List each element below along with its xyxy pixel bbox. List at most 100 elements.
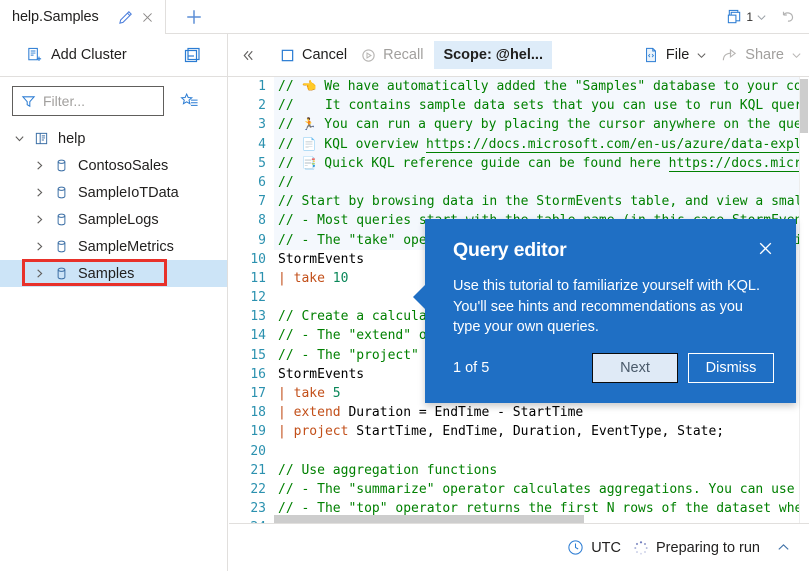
share-menu-button[interactable]: Share bbox=[714, 40, 809, 70]
recall-button[interactable]: Recall bbox=[354, 40, 430, 70]
timezone-status[interactable]: UTC bbox=[567, 539, 621, 556]
code-token: KQL overview bbox=[316, 136, 427, 152]
line-number: 8 bbox=[258, 213, 266, 229]
chevron-up-icon bbox=[778, 544, 789, 550]
favorites-button[interactable] bbox=[173, 85, 205, 117]
tab-bar-right-actions: 1 bbox=[722, 0, 803, 34]
tree-node-samplelogs[interactable]: SampleLogs bbox=[0, 206, 227, 233]
code-line[interactable] bbox=[274, 442, 799, 461]
line-number: 13 bbox=[250, 309, 266, 325]
database-icon bbox=[50, 185, 72, 200]
close-icon[interactable] bbox=[137, 6, 159, 28]
collapse-sidebar-button[interactable] bbox=[235, 42, 261, 68]
pencil-icon[interactable] bbox=[115, 6, 137, 28]
cluster-tree: help ContosoSales SampleIoTData SampleLo… bbox=[0, 125, 227, 287]
code-token: // bbox=[278, 136, 302, 152]
teaching-bubble-actions: Next Dismiss bbox=[592, 353, 774, 383]
file-menu-button[interactable]: File bbox=[636, 40, 714, 70]
code-token: StormEvents bbox=[278, 251, 365, 267]
tree-node-contososales[interactable]: ContosoSales bbox=[0, 152, 227, 179]
line-number: 12 bbox=[250, 290, 266, 306]
code-token: // bbox=[278, 155, 302, 171]
recall-icon bbox=[362, 48, 375, 62]
teaching-bubble-body: Use this tutorial to familiarize yoursel… bbox=[453, 278, 761, 335]
code-token: 📄 bbox=[301, 136, 317, 151]
code-line[interactable]: | project StartTime, EndTime, Duration, … bbox=[274, 422, 799, 441]
code-token: | bbox=[278, 270, 286, 286]
tree-node-samples[interactable]: Samples bbox=[0, 259, 227, 287]
next-button[interactable]: Next bbox=[592, 353, 678, 383]
status-bar: UTC Preparing to run bbox=[229, 523, 809, 571]
close-icon[interactable] bbox=[750, 233, 780, 263]
expand-results-button[interactable] bbox=[772, 536, 795, 559]
code-token: 📑 bbox=[301, 155, 317, 170]
add-cluster-button[interactable]: Add Cluster bbox=[22, 40, 131, 70]
spinner-icon bbox=[634, 540, 648, 555]
database-icon bbox=[50, 266, 72, 281]
chevron-right-icon[interactable] bbox=[28, 214, 50, 225]
code-token: // bbox=[278, 117, 302, 133]
filter-input[interactable]: Filter... bbox=[12, 86, 164, 116]
chevron-down-icon[interactable] bbox=[8, 133, 30, 144]
add-cluster-icon bbox=[28, 47, 42, 61]
database-icon bbox=[50, 239, 72, 254]
chevron-right-icon[interactable] bbox=[28, 160, 50, 171]
new-tab-button[interactable] bbox=[176, 0, 212, 34]
cancel-button[interactable]: Cancel bbox=[273, 40, 354, 70]
teaching-bubble-step: 1 of 5 bbox=[453, 360, 490, 376]
chevron-right-icon[interactable] bbox=[28, 241, 50, 252]
line-number: 23 bbox=[250, 501, 266, 517]
scrollbar-thumb[interactable] bbox=[800, 79, 808, 133]
undo-icon bbox=[782, 11, 794, 22]
run-status-label: Preparing to run bbox=[656, 539, 760, 556]
favorites-star-list-icon bbox=[179, 92, 198, 106]
copies-button[interactable]: 1 bbox=[722, 4, 771, 30]
share-label: Share bbox=[745, 47, 784, 63]
code-line[interactable]: // - The "summarize" operator calculates… bbox=[274, 480, 799, 499]
code-line[interactable]: | extend Duration = EndTime - StartTime bbox=[274, 403, 799, 422]
tree-node-label: Samples bbox=[78, 265, 135, 282]
line-number: 5 bbox=[258, 155, 266, 171]
code-line[interactable]: // bbox=[274, 172, 799, 193]
code-line[interactable]: // 👈 We have automatically added the "Sa… bbox=[274, 77, 799, 97]
code-token: https://docs.micr bbox=[668, 155, 799, 172]
code-line[interactable]: // Use aggregation functions bbox=[274, 461, 799, 480]
tree-node-sampleiotdata[interactable]: SampleIoTData bbox=[0, 179, 227, 206]
sidebar: Filter... help ContosoSales SampleIoTDat… bbox=[0, 77, 228, 571]
code-line[interactable]: // 🏃 You can run a query by placing the … bbox=[274, 115, 799, 135]
collapse-panes-button[interactable] bbox=[179, 43, 205, 69]
code-line[interactable]: // It contains sample data sets that you… bbox=[274, 96, 799, 116]
timezone-label: UTC bbox=[591, 539, 622, 556]
code-token: | bbox=[278, 405, 286, 421]
code-token: take bbox=[293, 270, 325, 286]
tree-node-help[interactable]: help bbox=[0, 125, 227, 152]
undo-button[interactable] bbox=[773, 4, 803, 30]
code-line[interactable]: // Start by browsing data in the StormEv… bbox=[274, 192, 799, 212]
dismiss-button[interactable]: Dismiss bbox=[688, 353, 774, 383]
code-token: // It contains sample data sets that you… bbox=[278, 98, 799, 114]
line-number: 6 bbox=[258, 174, 266, 190]
editor-vertical-scrollbar[interactable] bbox=[799, 77, 809, 523]
code-token: project bbox=[293, 424, 349, 440]
code-line[interactable]: // 📑 Quick KQL reference guide can be fo… bbox=[274, 153, 799, 173]
tree-node-label: SampleMetrics bbox=[78, 238, 174, 255]
scope-selector[interactable]: Scope: @hel... bbox=[434, 41, 552, 69]
chevron-right-icon[interactable] bbox=[28, 268, 50, 279]
chevron-down-icon bbox=[792, 52, 801, 58]
code-line[interactable]: // 📄 KQL overview https://docs.microsoft… bbox=[274, 134, 799, 154]
code-token: extend bbox=[293, 405, 341, 421]
code-token: // - The "summarize" operator calculates… bbox=[278, 481, 799, 497]
tab-help-samples[interactable]: help.Samples bbox=[0, 0, 166, 34]
add-cluster-label: Add Cluster bbox=[51, 47, 127, 63]
code-token: // - The "top" operator returns the firs… bbox=[278, 501, 799, 517]
line-number: 16 bbox=[250, 366, 266, 382]
tree-node-samplemetrics[interactable]: SampleMetrics bbox=[0, 233, 227, 260]
app-root: help.Samples 1 Add Cluster Cancel Recall… bbox=[0, 0, 809, 571]
line-number: 20 bbox=[250, 443, 266, 459]
chevron-right-icon[interactable] bbox=[28, 187, 50, 198]
line-number: 7 bbox=[258, 194, 266, 210]
editor-horizontal-scrollbar[interactable] bbox=[274, 515, 584, 523]
tree-node-label: SampleLogs bbox=[78, 211, 159, 228]
